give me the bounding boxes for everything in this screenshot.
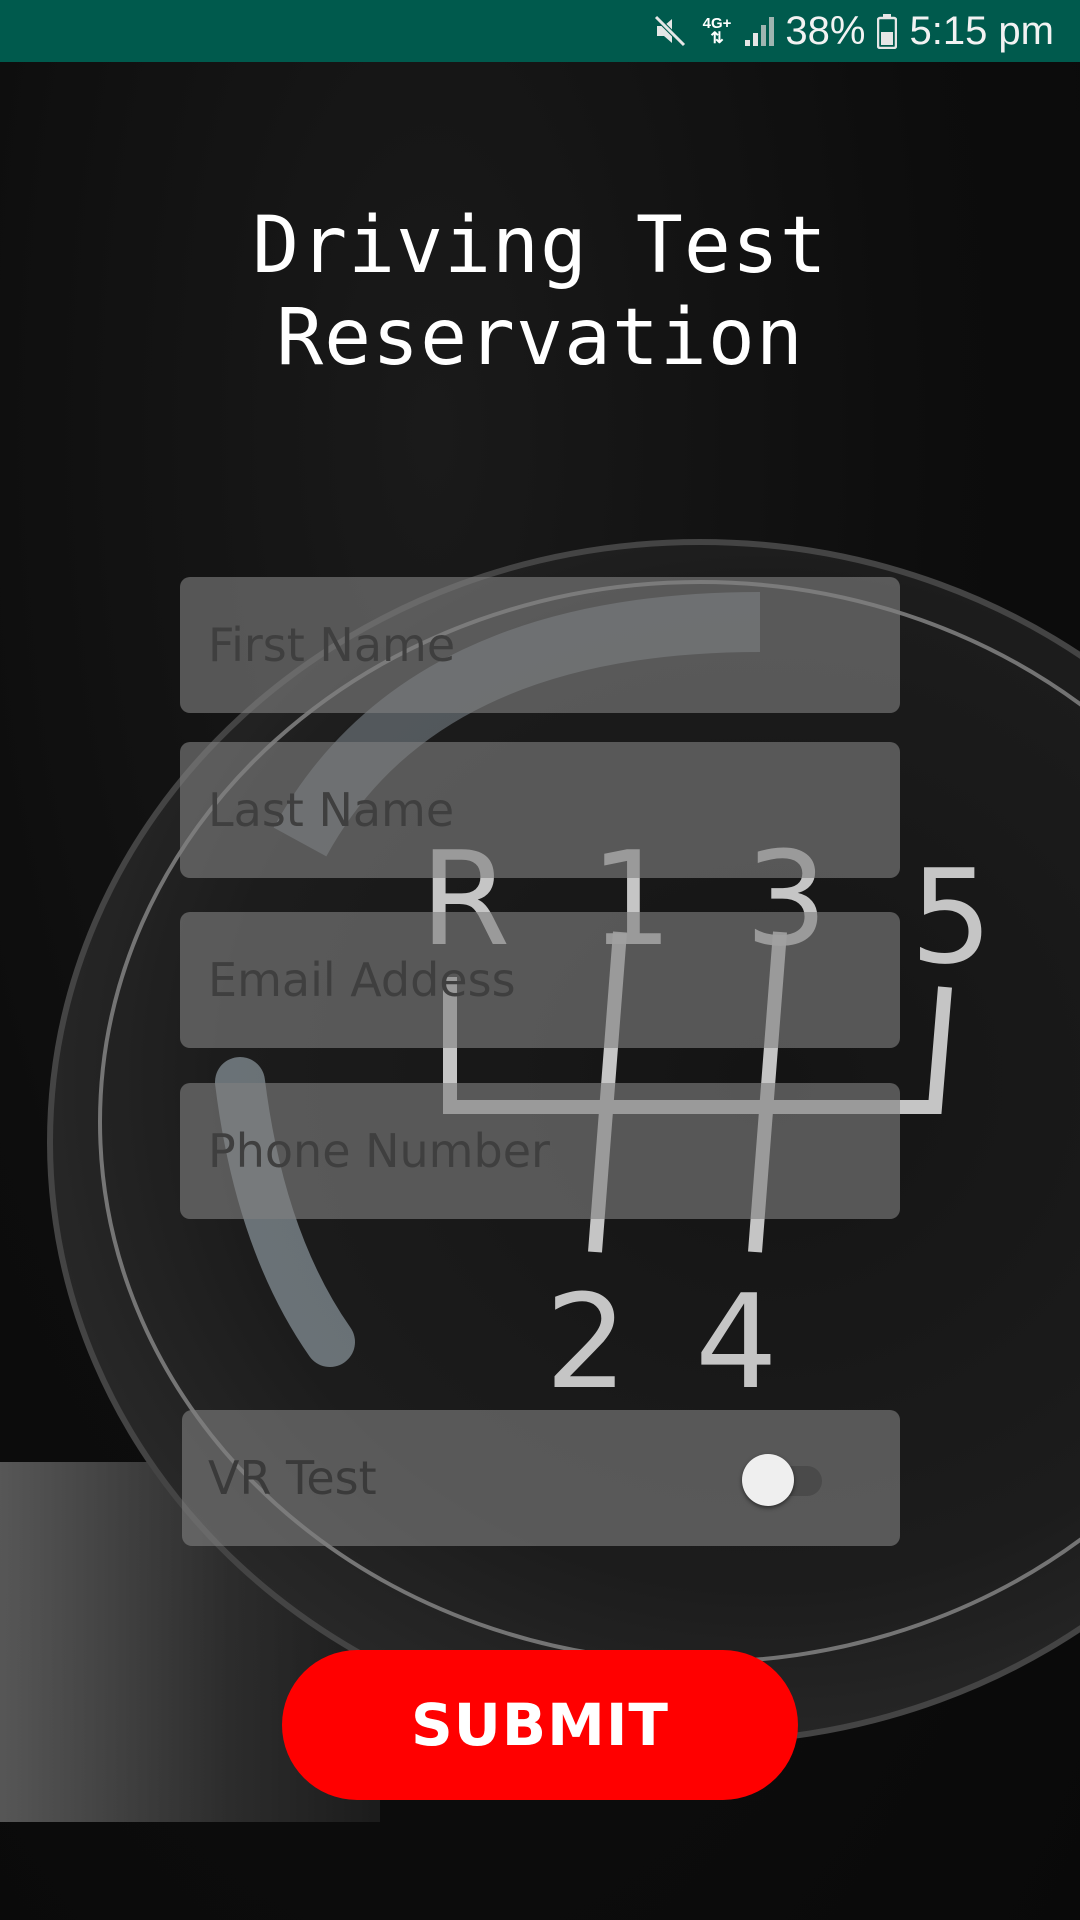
phone-input[interactable] (206, 1123, 900, 1179)
clock: 5:15 pm (909, 8, 1054, 53)
gear-label-5: 5 (910, 841, 993, 993)
network-type-label: 4G+ (702, 15, 732, 32)
status-bar: 4G+ ⇅ 38% 5:15 pm (0, 0, 1080, 62)
signal-icon (743, 14, 775, 48)
first-name-input[interactable] (206, 617, 900, 673)
page-title: Driving Test Reservation (252, 201, 828, 383)
gear-label-4: 4 (695, 1266, 778, 1418)
battery-percent: 38% (785, 8, 866, 53)
switch-thumb (742, 1454, 794, 1506)
vr-test-label: VR Test (208, 1451, 377, 1505)
email-input[interactable] (206, 952, 900, 1008)
email-field[interactable] (180, 912, 900, 1048)
network-type-icon: 4G+ ⇅ (702, 15, 732, 47)
phone-field[interactable] (180, 1083, 900, 1219)
vr-test-switch[interactable] (742, 1454, 822, 1506)
first-name-field[interactable] (180, 577, 900, 713)
last-name-field[interactable] (180, 742, 900, 878)
data-arrows-icon: ⇅ (710, 30, 724, 47)
gear-label-2: 2 (545, 1266, 628, 1418)
battery-icon (877, 13, 898, 49)
vr-test-row: VR Test (182, 1410, 900, 1546)
submit-button[interactable]: SUBMIT (282, 1650, 798, 1800)
last-name-input[interactable] (206, 782, 900, 838)
mute-icon (653, 14, 687, 48)
